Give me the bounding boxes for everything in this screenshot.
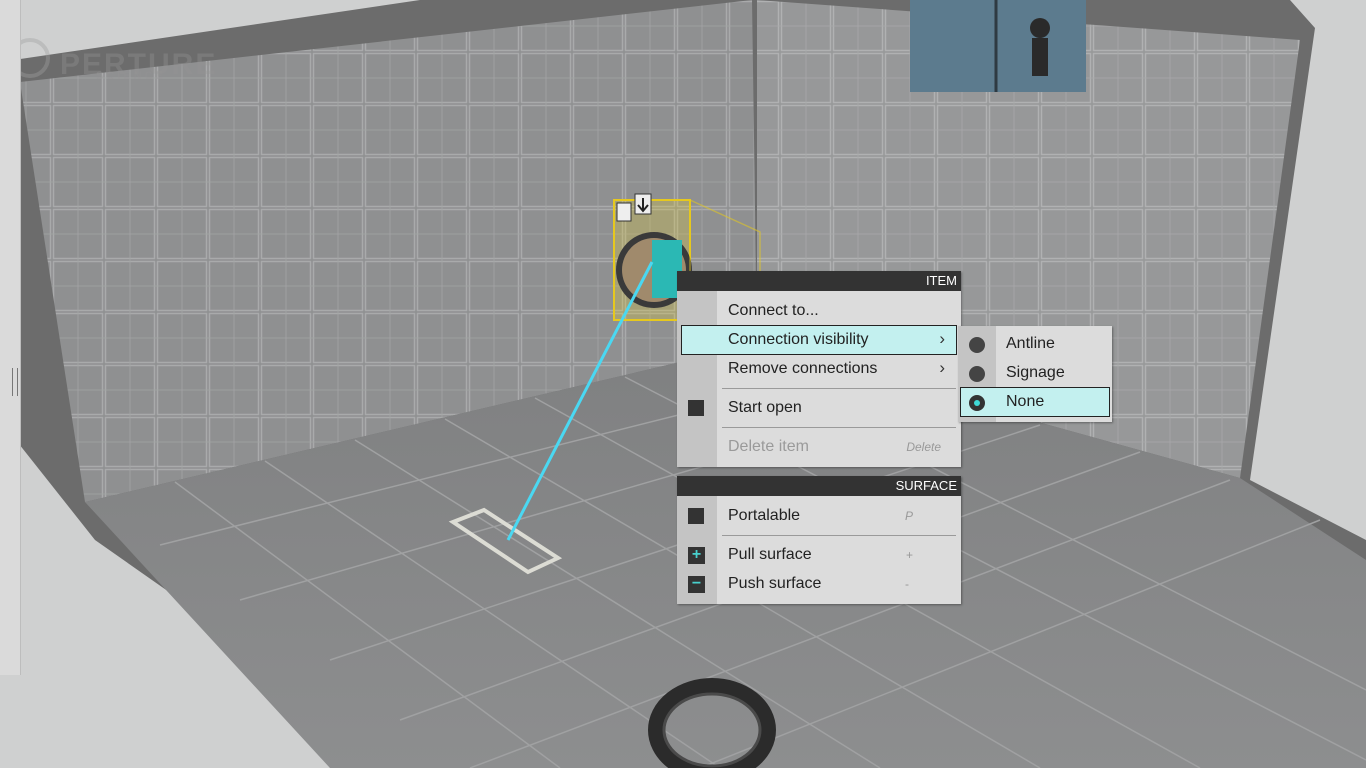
item-context-menu: ITEM Connect to... Connection visibility… xyxy=(677,271,961,467)
start-open-item[interactable]: Start open xyxy=(677,394,961,422)
radio-icon[interactable] xyxy=(969,366,985,382)
left-panel-handle[interactable] xyxy=(0,0,21,675)
antline-option[interactable]: Antline xyxy=(958,330,1112,358)
start-open-label: Start open xyxy=(728,399,802,416)
item-menu-header: ITEM xyxy=(677,271,961,291)
signage-option[interactable]: Signage xyxy=(958,359,1112,387)
remove-connections-item[interactable]: Remove connections › xyxy=(677,355,961,383)
delete-item[interactable]: Delete item Delete xyxy=(677,433,961,461)
radio-selected-icon[interactable] xyxy=(969,395,985,411)
chevron-right-icon: › xyxy=(939,329,945,348)
pull-shortcut: + xyxy=(905,548,913,562)
surface-menu-header: SURFACE xyxy=(677,476,961,496)
none-label: None xyxy=(1006,393,1045,410)
portalable-shortcut: P xyxy=(904,509,913,523)
remove-connections-label: Remove connections xyxy=(728,360,878,377)
pull-surface-item[interactable]: + Pull surface + xyxy=(677,541,961,569)
none-option[interactable]: None xyxy=(960,387,1110,417)
antline-label: Antline xyxy=(1006,335,1055,352)
delete-shortcut: Delete xyxy=(906,440,941,454)
connection-visibility-item[interactable]: Connection visibility › xyxy=(681,325,957,355)
portalable-item[interactable]: Portalable P xyxy=(677,502,961,530)
signage-label: Signage xyxy=(1006,364,1065,381)
chevron-right-icon: › xyxy=(939,358,945,377)
surface-context-menu: SURFACE Portalable P + Pull surface + − … xyxy=(677,476,961,604)
checkbox-icon[interactable] xyxy=(688,508,704,524)
connection-visibility-label: Connection visibility xyxy=(728,331,869,348)
logo-subtext: SCIENCE xyxy=(96,70,166,82)
plus-icon: + xyxy=(688,547,705,564)
radio-icon[interactable] xyxy=(969,337,985,353)
connect-to-item[interactable]: Connect to... xyxy=(677,297,961,325)
push-shortcut: - xyxy=(905,577,909,591)
connect-to-label: Connect to... xyxy=(728,302,819,319)
portalable-label: Portalable xyxy=(728,507,801,524)
pull-surface-label: Pull surface xyxy=(728,546,812,563)
drag-grip-icon[interactable] xyxy=(12,368,18,396)
connection-visibility-submenu: Antline Signage None xyxy=(958,326,1112,422)
delete-item-label: Delete item xyxy=(728,438,809,455)
push-surface-item[interactable]: − Push surface - xyxy=(677,570,961,598)
checkbox-icon[interactable] xyxy=(688,400,704,416)
push-surface-label: Push surface xyxy=(728,575,822,592)
observation-window xyxy=(910,0,1086,92)
minus-icon: − xyxy=(688,576,705,593)
